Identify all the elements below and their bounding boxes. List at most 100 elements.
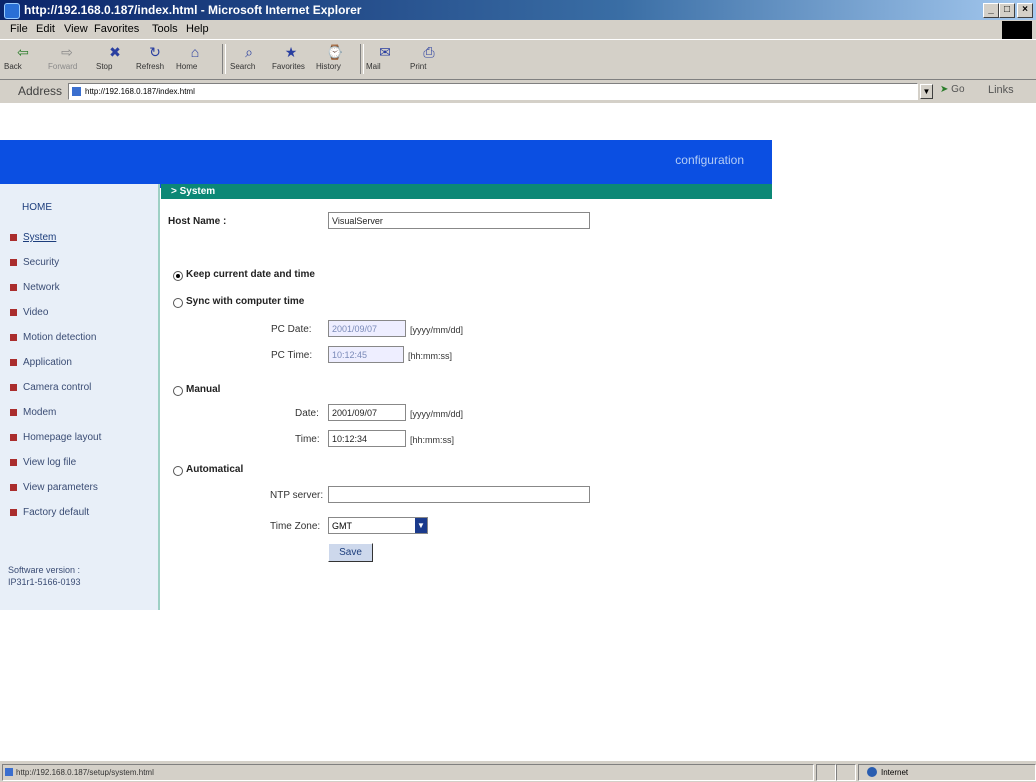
go-button[interactable]: ➤ Go — [940, 84, 965, 95]
history-icon: ⌚ — [326, 44, 344, 60]
plus-icon — [10, 409, 17, 416]
sidebar-item-application[interactable]: Application — [10, 357, 72, 368]
section-title: > System — [171, 186, 216, 197]
menu-view[interactable]: View — [64, 23, 88, 35]
back-button[interactable]: ⇦ Back — [4, 42, 42, 78]
close-button[interactable]: × — [1017, 3, 1033, 18]
forward-arrow-icon: ⇨ — [61, 44, 73, 60]
search-icon: ⌕ — [245, 44, 253, 60]
sidebar-item-motion-detection[interactable]: Motion detection — [10, 332, 96, 343]
date-format-hint: [yyyy/mm/dd] — [410, 409, 464, 419]
maximize-button[interactable]: □ — [999, 3, 1015, 18]
forward-label: Forward — [48, 62, 78, 71]
software-version-label: Software version : — [8, 565, 81, 575]
address-dropdown-button[interactable]: ▼ — [920, 84, 933, 99]
date-input[interactable]: 2001/09/07 — [328, 404, 406, 421]
sidebar-item-label: Factory default — [23, 507, 90, 518]
plus-icon — [10, 284, 17, 291]
favorites-label: Favorites — [272, 62, 305, 71]
address-input[interactable]: http://192.168.0.187/index.html — [68, 83, 918, 100]
menu-favorites[interactable]: Favorites — [94, 23, 139, 35]
sidebar-item-factory-default[interactable]: Factory default — [10, 507, 89, 518]
favorites-button[interactable]: ★ Favorites — [272, 42, 310, 78]
sidebar-item-security[interactable]: Security — [10, 257, 59, 268]
automatical-label: Automatical — [186, 464, 244, 475]
sidebar-item-network[interactable]: Network — [10, 282, 60, 293]
sidebar-item-label: Camera control — [23, 382, 92, 393]
sync-time-label: Sync with computer time — [186, 296, 305, 307]
toolbar-separator — [222, 44, 226, 74]
sidebar-item-modem[interactable]: Modem — [10, 407, 56, 418]
pc-time-label: PC Time: — [271, 350, 313, 361]
page-icon — [5, 768, 13, 776]
sidebar-item-system[interactable]: System — [10, 232, 56, 243]
history-label: History — [316, 62, 341, 71]
plus-icon — [10, 234, 17, 241]
print-button[interactable]: ⎙ Print — [410, 42, 448, 78]
save-button[interactable]: Save — [328, 543, 373, 562]
menu-edit[interactable]: Edit — [36, 23, 55, 35]
header-banner: configuration — [0, 140, 772, 188]
status-panel — [836, 764, 856, 781]
sidebar-item-video[interactable]: Video — [10, 307, 48, 318]
host-name-label: Host Name : — [168, 216, 227, 227]
pc-date-format-hint: [yyyy/mm/dd] — [410, 325, 464, 335]
security-zone: Internet — [858, 764, 1036, 781]
automatical-radio[interactable] — [173, 466, 183, 476]
minimize-button[interactable]: _ — [983, 3, 999, 18]
manual-radio[interactable] — [173, 386, 183, 396]
ntp-server-input[interactable] — [328, 486, 590, 503]
history-button[interactable]: ⌚ History — [316, 42, 354, 78]
address-bar: Address http://192.168.0.187/index.html … — [0, 80, 1036, 102]
menu-file[interactable]: File — [10, 23, 28, 35]
pc-time-format-hint: [hh:mm:ss] — [408, 351, 453, 361]
plus-icon — [10, 359, 17, 366]
time-zone-value: GMT — [332, 521, 352, 531]
globe-icon — [867, 767, 877, 777]
plus-icon — [10, 459, 17, 466]
stop-label: Stop — [96, 62, 113, 71]
sidebar-item-camera-control[interactable]: Camera control — [10, 382, 91, 393]
forward-button[interactable]: ⇨ Forward — [48, 42, 86, 78]
back-label: Back — [4, 62, 22, 71]
time-zone-label: Time Zone: — [270, 521, 321, 532]
time-zone-select[interactable]: GMT ▼ — [328, 517, 428, 534]
home-icon: ⌂ — [190, 44, 200, 60]
plus-icon — [10, 259, 17, 266]
links-button[interactable]: Links — [988, 84, 1014, 96]
refresh-button[interactable]: ↻ Refresh — [136, 42, 174, 78]
dropdown-arrow-icon: ▼ — [415, 518, 427, 533]
pc-date-field: 2001/09/07 — [328, 320, 406, 337]
stop-icon: ✖ — [109, 44, 121, 60]
sidebar-item-homepage-layout[interactable]: Homepage layout — [10, 432, 101, 443]
software-version: Software version : IP31r1-5166-0193 — [8, 564, 81, 588]
menu-tools[interactable]: Tools — [152, 23, 178, 35]
search-button[interactable]: ⌕ Search — [230, 42, 268, 78]
plus-icon — [10, 509, 17, 516]
section-title-bar: > System — [161, 184, 772, 199]
go-arrow-icon: ➤ — [940, 84, 949, 95]
keep-time-radio[interactable] — [173, 271, 183, 281]
host-name-input[interactable]: VisualServer — [328, 212, 590, 229]
mail-icon: ✉ — [379, 44, 391, 60]
banner-title: configuration — [675, 153, 744, 167]
ntp-server-label: NTP server: — [270, 490, 324, 501]
status-url: http://192.168.0.187/setup/system.html — [2, 764, 814, 781]
time-input[interactable]: 10:12:34 — [328, 430, 406, 447]
sidebar-item-label: Video — [23, 307, 49, 318]
plus-icon — [10, 384, 17, 391]
sync-time-radio[interactable] — [173, 298, 183, 308]
sidebar-item-label: Homepage layout — [23, 432, 102, 443]
sidebar-item-view-log-file[interactable]: View log file — [10, 457, 76, 468]
sidebar-item-view-parameters[interactable]: View parameters — [10, 482, 98, 493]
address-url: http://192.168.0.187/index.html — [85, 87, 195, 96]
back-arrow-icon: ⇦ — [17, 44, 29, 60]
home-link[interactable]: HOME — [22, 202, 52, 213]
home-button[interactable]: ⌂ Home — [176, 42, 214, 78]
windows-logo-icon — [1002, 21, 1032, 39]
stop-button[interactable]: ✖ Stop — [96, 42, 134, 78]
sidebar-item-label: Application — [23, 357, 72, 368]
mail-button[interactable]: ✉ Mail — [366, 42, 404, 78]
menu-help[interactable]: Help — [186, 23, 209, 35]
browser-toolbar: ⇦ Back ⇨ Forward ✖ Stop ↻ Refresh ⌂ Home… — [0, 40, 1036, 80]
